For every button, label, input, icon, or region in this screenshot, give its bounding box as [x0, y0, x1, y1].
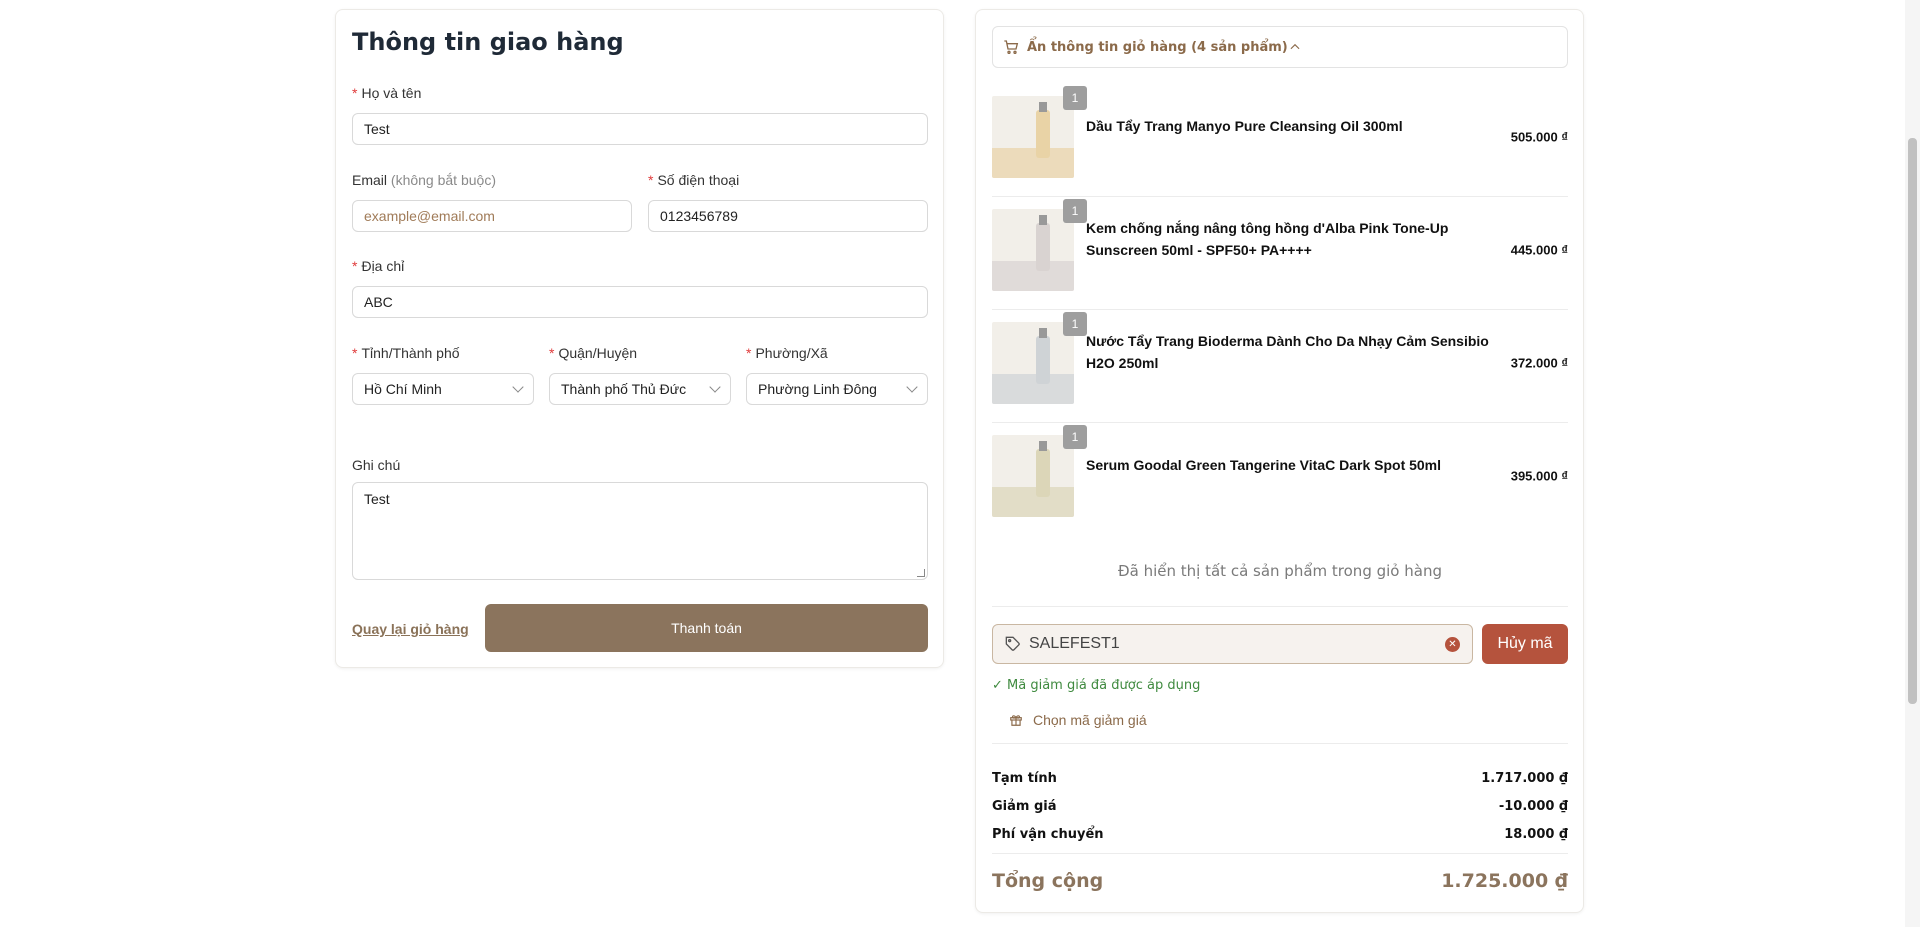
subtotal-row: Tạm tính 1.717.000 ₫ — [992, 771, 1568, 786]
province-select[interactable]: Hồ Chí Minh — [352, 373, 534, 405]
coupon-applied-message: ✓ Mã giảm giá đã được áp dụng — [992, 678, 1201, 693]
scrollbar[interactable] — [1905, 0, 1920, 927]
fullname-input[interactable]: Test — [352, 113, 928, 145]
product-price: 445.000 ₫ — [1510, 242, 1568, 258]
quantity-badge: 1 — [1063, 312, 1087, 336]
total-value: 1.725.000 ₫ — [1441, 870, 1568, 892]
email-label: Email (không bắt buộc) — [352, 172, 496, 188]
clear-coupon-icon[interactable]: ✕ — [1445, 637, 1460, 652]
product-name: Dầu Tẩy Trang Manyo Pure Cleansing Oil 3… — [1086, 118, 1403, 134]
total-row: Tổng cộng 1.725.000 ₫ — [992, 870, 1568, 892]
required-mark: * — [746, 345, 752, 361]
required-mark: * — [352, 345, 358, 361]
form-title: Thông tin giao hàng — [352, 28, 624, 56]
quantity-badge: 1 — [1063, 199, 1087, 223]
phone-label: * Số điện thoại — [648, 172, 739, 188]
chevron-down-icon — [512, 381, 524, 393]
gift-icon — [1010, 715, 1022, 726]
resize-handle-icon[interactable] — [917, 569, 925, 577]
back-to-cart-link[interactable]: Quay lại giỏ hàng — [352, 621, 469, 637]
district-select[interactable]: Thành phố Thủ Đức — [549, 373, 731, 405]
divider — [992, 606, 1568, 607]
province-label-text: Tỉnh/Thành phố — [361, 345, 460, 361]
total-label: Tổng cộng — [992, 870, 1104, 892]
choose-coupon-label: Chọn mã giảm giá — [1033, 712, 1147, 728]
address-label: * Địa chỉ — [352, 258, 404, 274]
email-hint: (không bắt buộc) — [390, 172, 496, 188]
divider — [992, 853, 1568, 854]
note-value: Test — [364, 491, 390, 507]
product-name: Serum Goodal Green Tangerine VitaC Dark … — [1086, 457, 1442, 473]
all-items-shown-text: Đã hiển thị tất cả sản phẩm trong giỏ hà… — [1118, 562, 1442, 580]
divider — [992, 309, 1568, 310]
cart-icon — [1004, 40, 1019, 54]
province-value: Hồ Chí Minh — [364, 381, 442, 397]
district-label-text: Quận/Huyện — [558, 345, 638, 361]
district-label: * Quận/Huyện — [549, 345, 637, 361]
shipping-fee-row: Phí vận chuyển 18.000 ₫ — [992, 827, 1568, 842]
note-label: Ghi chú — [352, 457, 401, 473]
choose-coupon-link[interactable]: Chọn mã giảm giá — [1009, 712, 1147, 728]
product-price: 395.000 ₫ — [1510, 468, 1568, 484]
ward-label: * Phường/Xã — [746, 345, 828, 361]
quantity-badge: 1 — [1063, 86, 1087, 110]
cart-item: 1 Kem chống nắng nâng tông hồng d'Alba Pi… — [992, 199, 1568, 291]
tag-icon — [1005, 636, 1020, 651]
product-image — [992, 209, 1074, 291]
divider — [992, 422, 1568, 423]
cart-item: 1 Serum Goodal Green Tangerine VitaC Dark… — [992, 425, 1568, 517]
cart-summary-card: Ẩn thông tin giỏ hàng (4 sản phẩm) 1 Dầu … — [975, 9, 1584, 913]
email-input[interactable]: example@email.com — [352, 200, 632, 232]
ward-select[interactable]: Phường Linh Đông — [746, 373, 928, 405]
chevron-down-icon — [709, 381, 721, 393]
district-value: Thành phố Thủ Đức — [561, 381, 687, 397]
divider — [992, 743, 1568, 744]
shipping-fee-label: Phí vận chuyển — [992, 827, 1104, 842]
address-label-text: Địa chỉ — [361, 258, 405, 274]
required-mark: * — [352, 258, 358, 274]
fullname-label-text: Họ và tên — [361, 85, 422, 101]
cancel-coupon-button[interactable]: Hủy mã — [1482, 624, 1568, 664]
required-mark: * — [648, 172, 654, 188]
ward-value: Phường Linh Đông — [758, 381, 877, 397]
product-image — [992, 322, 1074, 404]
cart-item: 1 Dầu Tẩy Trang Manyo Pure Cleansing Oil … — [992, 86, 1568, 178]
product-price: 505.000 ₫ — [1510, 129, 1568, 145]
fullname-label: * Họ và tên — [352, 85, 421, 101]
subtotal-label: Tạm tính — [992, 771, 1057, 786]
shipping-form-card: Thông tin giao hàng * Họ và tên Test Emai… — [335, 9, 944, 668]
required-mark: * — [352, 85, 358, 101]
discount-value: -10.000 ₫ — [1498, 799, 1568, 814]
product-image — [992, 435, 1074, 517]
product-name: Nước Tẩy Trang Bioderma Dành Cho Da Nhạy… — [1086, 333, 1489, 371]
address-input[interactable]: ABC — [352, 286, 928, 318]
product-name: Kem chống nắng nâng tông hồng d'Alba Pin… — [1086, 220, 1449, 258]
cart-item: 1 Nước Tẩy Trang Bioderma Dành Cho Da Nhạ… — [992, 312, 1568, 404]
coupon-input[interactable]: SALEFEST1 ✕ — [992, 624, 1473, 664]
quantity-badge: 1 — [1063, 425, 1087, 449]
discount-label: Giảm giá — [992, 799, 1057, 814]
coupon-code: SALEFEST1 — [1029, 635, 1120, 652]
note-textarea[interactable]: Test — [352, 482, 928, 580]
cart-toggle-label: Ẩn thông tin giỏ hàng (4 sản phẩm) — [1027, 39, 1288, 55]
email-label-text: Email — [352, 172, 388, 188]
phone-label-text: Số điện thoại — [657, 172, 740, 188]
scrollbar-thumb[interactable] — [1908, 138, 1917, 704]
phone-input[interactable]: 0123456789 — [648, 200, 928, 232]
required-mark: * — [549, 345, 555, 361]
shipping-fee-value: 18.000 ₫ — [1504, 827, 1568, 842]
chevron-down-icon — [906, 381, 918, 393]
checkout-button[interactable]: Thanh toán — [485, 604, 928, 652]
province-label: * Tỉnh/Thành phố — [352, 345, 460, 361]
product-price: 372.000 ₫ — [1510, 355, 1568, 371]
subtotal-value: 1.717.000 ₫ — [1481, 771, 1568, 786]
product-image — [992, 96, 1074, 178]
chevron-up-icon — [1290, 43, 1300, 50]
cart-toggle[interactable]: Ẩn thông tin giỏ hàng (4 sản phẩm) — [992, 26, 1568, 68]
ward-label-text: Phường/Xã — [755, 345, 828, 361]
divider — [992, 196, 1568, 197]
discount-row: Giảm giá -10.000 ₫ — [992, 799, 1568, 814]
